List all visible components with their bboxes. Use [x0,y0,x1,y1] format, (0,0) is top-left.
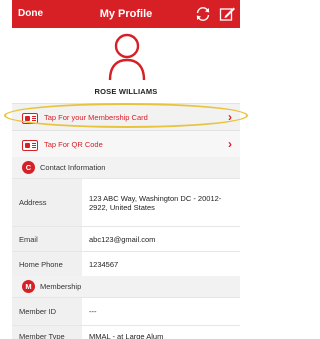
membership-card-label: Tap For your Membership Card [44,113,148,122]
address-label: Address [12,179,82,226]
profile-name: ROSE WILLIAMS [94,87,158,96]
email-value[interactable]: abc123@gmail.com [89,227,236,251]
home-phone-label: Home Phone [12,252,82,276]
email-row: Email abc123@gmail.com [12,226,240,251]
membership-section-title: Membership [40,282,82,291]
member-id-value: --- [89,307,97,316]
membership-badge-icon: M [22,280,35,293]
membership-section-header: M Membership [12,276,240,297]
member-type-row: Member Type MMAL - at Large Alum [12,325,240,339]
member-type-value: MMAL - at Large Alum [89,332,164,339]
contact-badge-icon: C [22,161,35,174]
email-label: Email [12,227,82,251]
chevron-right-icon: › [228,137,232,151]
contact-section-title: Contact Information [40,163,106,172]
membership-card-icon [22,113,38,124]
address-value: 123 ABC Way, Washington DC - 20012-2922,… [89,193,222,212]
membership-card-button[interactable]: Tap For your Membership Card › [12,103,240,130]
home-phone-value[interactable]: 1234567 [89,252,236,276]
member-id-row: Member ID --- [12,297,240,325]
contact-section-header: C Contact Information [12,157,240,178]
qr-code-button[interactable]: Tap For QR Code › [12,130,240,157]
edit-icon[interactable] [218,5,236,23]
member-id-label: Member ID [12,298,82,325]
member-type-label: Member Type [12,326,82,339]
qr-card-icon [22,140,38,151]
qr-code-label: Tap For QR Code [44,140,103,149]
refresh-icon[interactable] [194,5,212,23]
user-avatar-icon [108,33,146,81]
home-phone-row: Home Phone 1234567 [12,251,240,276]
chevron-right-icon: › [228,110,232,124]
address-row: Address 123 ABC Way, Washington DC - 200… [12,178,240,226]
top-navigation-bar: Done My Profile [12,0,240,28]
